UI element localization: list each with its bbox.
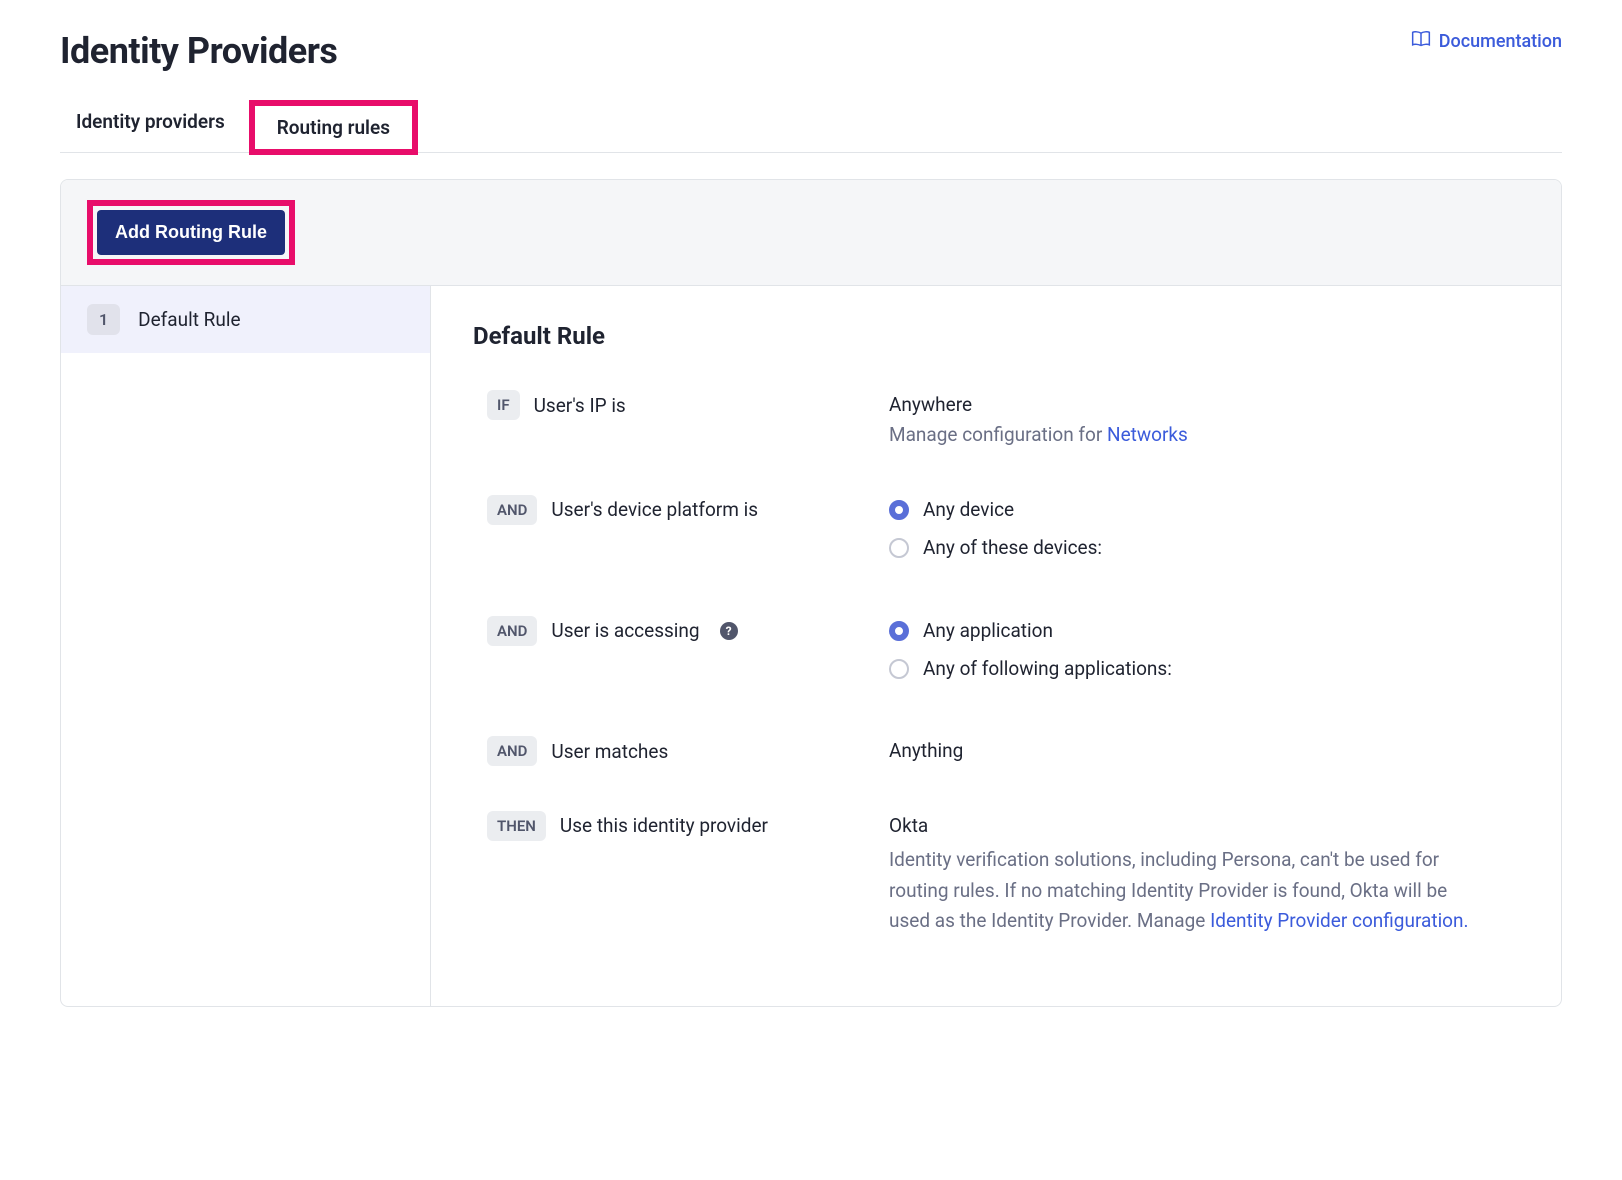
radio-any-device[interactable] [889, 500, 909, 520]
condition-device: AND User's device platform is Any device… [473, 495, 1519, 572]
highlight-add-button: Add Routing Rule [87, 200, 295, 265]
rule-detail-panel: Default Rule IF User's IP is Anywhere Ma… [431, 286, 1561, 1006]
radio-any-application[interactable] [889, 621, 909, 641]
routing-rules-card: Add Routing Rule 1 Default Rule Default … [60, 179, 1562, 1007]
add-routing-rule-button[interactable]: Add Routing Rule [97, 210, 285, 255]
condition-ip-value: Anywhere [889, 390, 1519, 420]
condition-ip-subtext: Manage configuration for [889, 423, 1107, 446]
rule-list-item-label: Default Rule [138, 308, 240, 331]
help-icon[interactable]: ? [720, 622, 738, 640]
chip-and: AND [487, 616, 537, 646]
radio-these-devices-label: Any of these devices: [923, 533, 1102, 563]
documentation-link[interactable]: Documentation [1411, 30, 1562, 53]
chip-then: THEN [487, 811, 546, 841]
condition-then-label: Use this identity provider [560, 814, 768, 837]
condition-matches-value: Anything [889, 739, 963, 762]
card-toolbar: Add Routing Rule [61, 180, 1561, 286]
networks-link[interactable]: Networks [1107, 423, 1188, 446]
highlight-routing-rules-tab: Routing rules [249, 100, 418, 155]
book-icon [1411, 30, 1431, 53]
rule-detail-title: Default Rule [473, 322, 1519, 350]
chip-and: AND [487, 495, 537, 525]
condition-matches: AND User matches Anything [473, 736, 1519, 766]
radio-following-applications-label: Any of following applications: [923, 654, 1172, 684]
radio-any-device-label: Any device [923, 495, 1014, 525]
tabs: Identity providers Routing rules [60, 100, 1562, 153]
rule-list-item[interactable]: 1 Default Rule [61, 286, 430, 353]
tab-routing-rules[interactable]: Routing rules [277, 116, 390, 139]
rules-sidebar: 1 Default Rule [61, 286, 431, 1006]
condition-ip: IF User's IP is Anywhere Manage configur… [473, 390, 1519, 451]
chip-and: AND [487, 736, 537, 766]
documentation-link-label: Documentation [1439, 31, 1562, 52]
condition-access: AND User is accessing ? Any application … [473, 616, 1519, 693]
radio-any-application-label: Any application [923, 616, 1053, 646]
condition-device-label: User's device platform is [551, 498, 758, 521]
radio-following-applications[interactable] [889, 659, 909, 679]
tab-identity-providers[interactable]: Identity providers [60, 100, 249, 152]
condition-then: THEN Use this identity provider Okta Ide… [473, 811, 1519, 937]
rule-number-badge: 1 [87, 304, 120, 335]
radio-these-devices[interactable] [889, 538, 909, 558]
condition-access-label: User is accessing [551, 619, 699, 642]
condition-then-value: Okta [889, 811, 1519, 841]
page-title: Identity Providers [60, 30, 337, 72]
condition-matches-label: User matches [551, 740, 668, 763]
chip-if: IF [487, 390, 520, 420]
idp-config-link[interactable]: Identity Provider configuration. [1210, 909, 1468, 932]
condition-ip-label: User's IP is [534, 394, 626, 417]
